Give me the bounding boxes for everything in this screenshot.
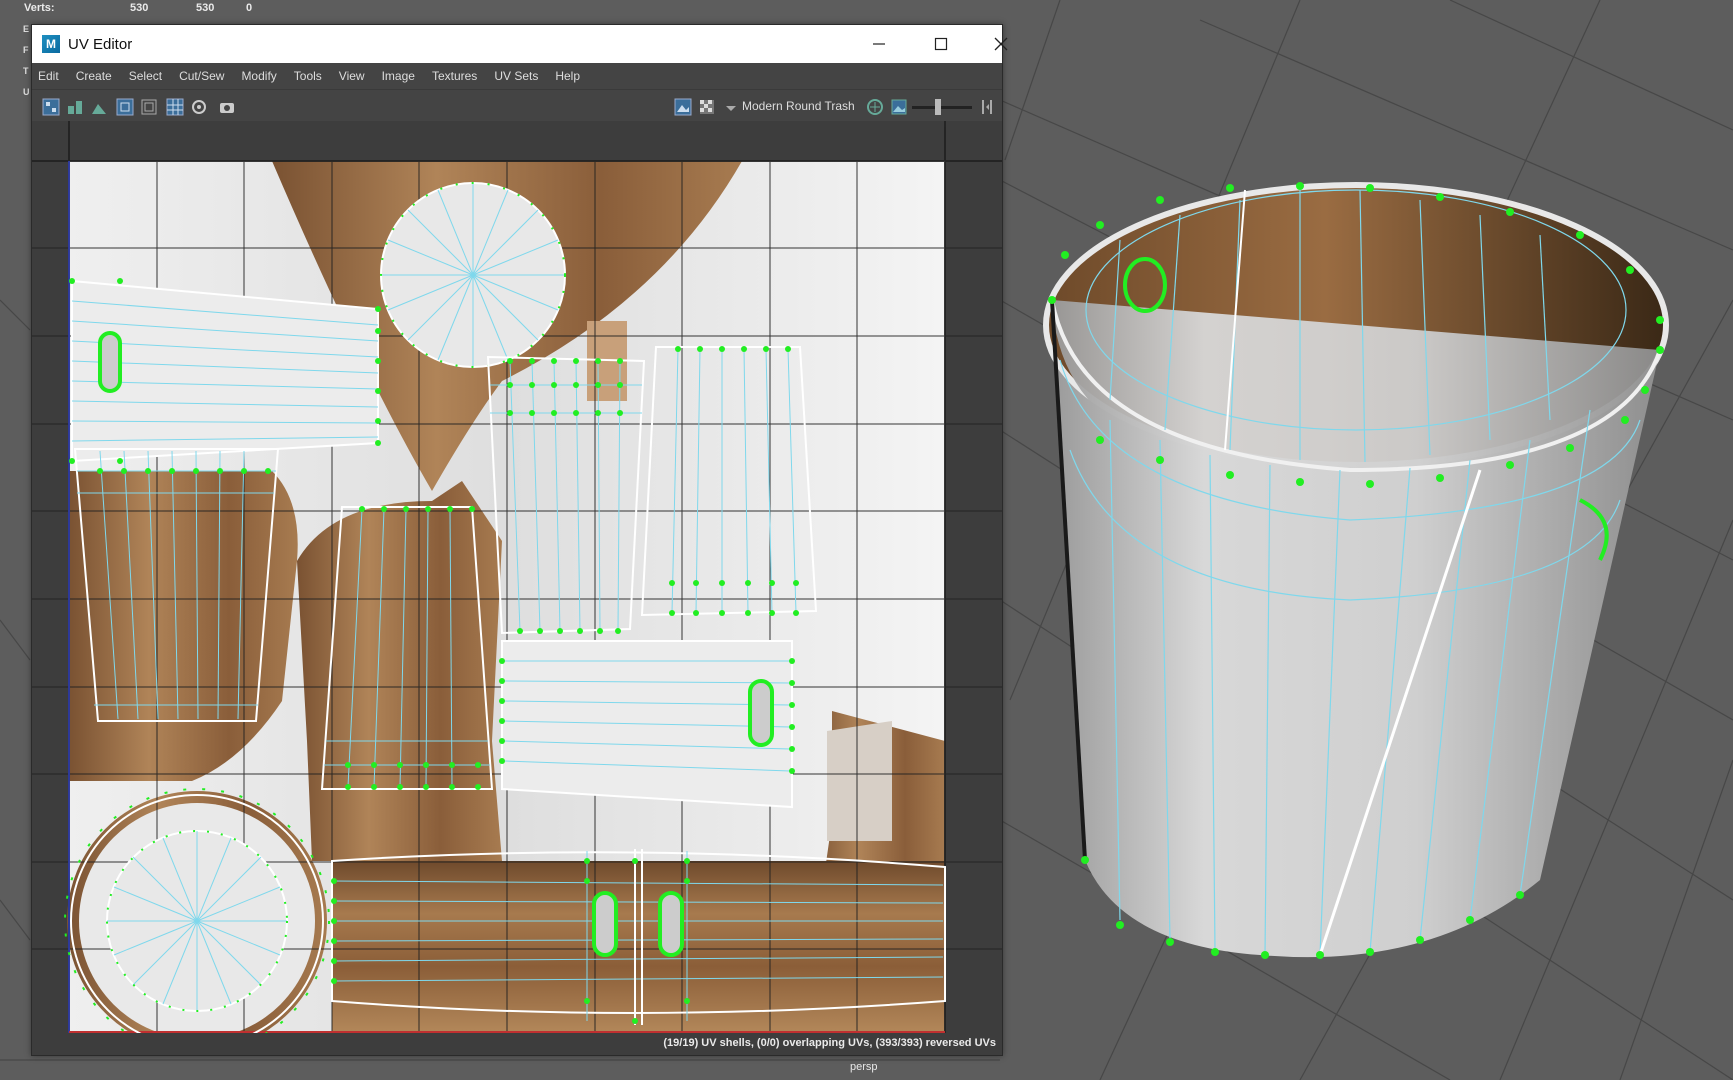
menu-modify[interactable]: Modify <box>241 69 276 83</box>
camera-label: persp <box>850 1061 878 1073</box>
texture-name-label[interactable]: Modern Round Trash <box>742 99 855 113</box>
exposure-slider[interactable] <box>912 106 972 109</box>
maya-logo-icon: M <box>42 35 60 53</box>
minimize-button[interactable] <box>852 25 906 63</box>
trash-can-model <box>1043 182 1669 959</box>
texture-link-icon[interactable] <box>866 98 884 116</box>
menu-bar: Edit Create Select Cut/Sew Modify Tools … <box>32 63 1002 89</box>
close-icon <box>994 37 1008 51</box>
uv-shell-top-disk <box>380 182 566 368</box>
uv-shell-handle-left <box>71 279 379 463</box>
menu-select[interactable]: Select <box>129 69 162 83</box>
status-bar: (19/19) UV shells, (0/0) overlapping UVs… <box>32 1033 1002 1055</box>
menu-create[interactable]: Create <box>76 69 112 83</box>
frame-all-icon[interactable] <box>140 98 158 116</box>
hud-side-letter: F <box>23 45 29 55</box>
hud-side-letter: E <box>23 24 30 34</box>
frame-icon[interactable] <box>116 98 134 116</box>
hud-verts-value: 530 <box>196 2 215 14</box>
uv-layout-icon[interactable] <box>90 98 108 116</box>
exposure-slider-thumb[interactable] <box>935 99 941 115</box>
grid-toggle-icon[interactable] <box>166 98 184 116</box>
menu-tools[interactable]: Tools <box>294 69 322 83</box>
title-bar[interactable]: M UV Editor <box>32 25 1008 63</box>
menu-cut-sew[interactable]: Cut/Sew <box>179 69 224 83</box>
hud-side-letter: T <box>23 66 29 76</box>
maximize-icon <box>934 37 948 51</box>
hud-side-letter: U <box>23 87 30 97</box>
dropdown-icon[interactable] <box>722 98 740 116</box>
menu-edit[interactable]: Edit <box>38 69 59 83</box>
split-icon[interactable] <box>978 98 996 116</box>
menu-uv-sets[interactable]: UV Sets <box>494 69 538 83</box>
menu-help[interactable]: Help <box>555 69 580 83</box>
uv-grid-icon[interactable] <box>66 98 84 116</box>
menu-view[interactable]: View <box>339 69 365 83</box>
image-display-icon[interactable] <box>674 98 692 116</box>
close-button[interactable] <box>974 25 1028 63</box>
hud-verts-label: Verts: <box>24 2 55 14</box>
status-text: (19/19) UV shells, (0/0) overlapping UVs… <box>663 1037 996 1049</box>
maximize-button[interactable] <box>914 25 968 63</box>
hud-verts-value: 0 <box>246 2 253 14</box>
image-icon[interactable] <box>890 98 908 116</box>
uv-canvas[interactable] <box>32 121 1002 1033</box>
window-title: UV Editor <box>68 35 133 53</box>
uv-shell-icon[interactable] <box>42 98 60 116</box>
uv-editor-window[interactable]: M UV Editor Edit Create Select Cut/Sew M… <box>31 24 1008 1056</box>
menu-image[interactable]: Image <box>382 69 415 83</box>
snapshot-icon[interactable] <box>218 98 236 116</box>
menu-textures[interactable]: Textures <box>432 69 477 83</box>
minimize-icon <box>873 43 885 45</box>
uv-shell-handle-right <box>501 640 793 809</box>
hud-verts: Verts: 530 530 0 <box>24 2 252 14</box>
uv-toolbar: Modern Round Trash <box>32 89 1002 122</box>
hud-verts-value: 530 <box>130 2 149 14</box>
checker-icon[interactable] <box>698 98 716 116</box>
uv-layout-view[interactable] <box>32 121 1002 1033</box>
isolate-icon[interactable] <box>190 98 208 116</box>
